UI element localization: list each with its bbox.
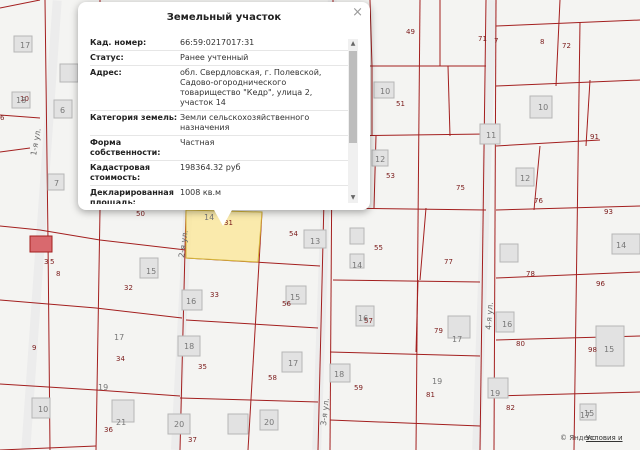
plot-number-label: 98 (588, 346, 597, 354)
plot-number-label: 75 (456, 184, 465, 192)
building-number-label: 12 (520, 174, 530, 183)
plot-number-label: 71 (478, 35, 487, 43)
row-key: Кадастровая стоимость: (90, 163, 150, 182)
building-number-label: 17 (288, 359, 298, 368)
building-number-label: 6 (60, 106, 65, 115)
building-number-label: 16 (502, 320, 512, 329)
plot-number-label: 93 (604, 208, 613, 216)
plot-number-label: 33 (210, 291, 219, 299)
plot-number-label: 80 (516, 340, 525, 348)
terms-link[interactable]: Условия и (586, 434, 623, 442)
plot-number-label: 51 (396, 100, 405, 108)
row-declared-area: Декларированная площадь: 1008 кв.м (90, 186, 350, 204)
scroll-up-icon[interactable]: ▲ (349, 40, 357, 48)
plot-number-label: 77 (444, 258, 453, 266)
plot-number-label: 53 (386, 172, 395, 180)
plot-number-label: 76 (534, 197, 543, 205)
building-number-label: 20 (264, 418, 274, 427)
building-number-label: 16 (358, 314, 368, 323)
building-number-label: 17 (20, 41, 30, 50)
row-value: Ранее учтенный (180, 53, 249, 62)
plot-number-label: 58 (268, 374, 277, 382)
popup-title: Земельный участок (166, 12, 282, 23)
plot-number-label: 50 (136, 210, 145, 218)
row-key: Адрес: (90, 68, 122, 77)
row-value: обл. Свердловская, г. Полевской, Садово-… (180, 68, 322, 107)
plot-number-label: 8 (540, 38, 544, 46)
building-number-label: 16 (186, 297, 196, 306)
building-number-label: 12 (375, 155, 385, 164)
plot-number-label: 5 (50, 258, 54, 266)
row-cadastral-value: Кадастровая стоимость: 198364.32 руб (90, 161, 350, 186)
building-number-label: 17 (114, 333, 124, 342)
plot-number-label: 3 (44, 258, 48, 266)
plot-number-label: 78 (526, 270, 535, 278)
row-cadastral-number: Кад. номер: 66:59:0217017:31 (90, 36, 350, 51)
building-number-label: 18 (184, 342, 194, 351)
plot-number-label: 7 (494, 37, 498, 45)
plot-number-label: 81 (426, 391, 435, 399)
plot-number-label: 82 (506, 404, 515, 412)
row-key: Кад. номер: (90, 38, 147, 47)
scroll-thumb[interactable] (349, 51, 357, 143)
plot-number-label: 6 (0, 114, 5, 122)
plot-number-label: 9 (32, 344, 36, 352)
plot-number-label: 32 (124, 284, 133, 292)
building-number-label: 15 (146, 267, 156, 276)
plot-number-label: 59 (354, 384, 363, 392)
building-number-label: 7 (54, 179, 59, 188)
plot-number-label: 36 (104, 426, 113, 434)
building-number-label: 17 (452, 335, 462, 344)
building-number-label: 14 (352, 261, 362, 270)
selected-plot-building-number: 14 (204, 213, 214, 222)
building-number-label: 10 (380, 87, 390, 96)
popup-info-table: Кад. номер: 66:59:0217017:31 Статус: Ран… (90, 36, 350, 204)
row-value: 1008 кв.м (180, 188, 222, 197)
row-value: 66:59:0217017:31 (180, 38, 255, 47)
building-number-label: 17 (580, 411, 590, 420)
plot-number-label: 34 (116, 355, 125, 363)
plot-number-label: 35 (198, 363, 207, 371)
row-key: Категория земель: (90, 113, 178, 122)
row-value: 198364.32 руб (180, 163, 241, 172)
popup-scrollbar[interactable]: ▲ ▼ (348, 39, 358, 203)
plot-number-label: 72 (562, 42, 571, 50)
building-number-label: 18 (334, 370, 344, 379)
row-status: Статус: Ранее учтенный (90, 51, 350, 66)
row-key: Декларированная площадь: (90, 188, 174, 204)
close-icon[interactable]: × (352, 5, 363, 20)
row-value: Земли сельскохозяйственного назначения (180, 113, 310, 132)
building-number-label: 15 (290, 293, 300, 302)
building-number-label: 20 (174, 420, 184, 429)
plot-number-label: 37 (188, 436, 197, 444)
building-number-label: 19 (98, 383, 108, 392)
plot-number-label: 96 (596, 280, 605, 288)
plot-number-label: 49 (406, 28, 415, 36)
plot-number-label: 91 (590, 133, 599, 141)
row-ownership: Форма собственности: Частная (90, 136, 350, 161)
building-number-label: 13 (310, 237, 320, 246)
row-land-category: Категория земель: Земли сельскохозяйстве… (90, 111, 350, 136)
building-number-label: 19 (432, 377, 442, 386)
row-value: Частная (180, 138, 215, 147)
building-number-label: 10 (38, 405, 48, 414)
row-key: Статус: (90, 53, 124, 62)
plot-number-label: 54 (289, 230, 298, 238)
building-number-label: 19 (490, 389, 500, 398)
plot-number-label: 79 (434, 327, 443, 335)
building-number-label: 21 (116, 418, 126, 427)
building-number-label: 10 (538, 103, 548, 112)
building-number-label: 18 (16, 96, 26, 105)
plot-number-label: 55 (374, 244, 383, 252)
building-number-label: 11 (486, 131, 496, 140)
parcel-info-popup: Земельный участок × Кад. номер: 66:59:02… (78, 2, 370, 226)
building-number-label: 15 (604, 345, 614, 354)
row-key: Форма собственности: (90, 138, 161, 157)
plot-number-label: 8 (56, 270, 60, 278)
scroll-down-icon[interactable]: ▼ (349, 194, 357, 202)
building-number-label: 14 (616, 241, 626, 250)
row-address: Адрес: обл. Свердловская, г. Полевской, … (90, 66, 350, 111)
